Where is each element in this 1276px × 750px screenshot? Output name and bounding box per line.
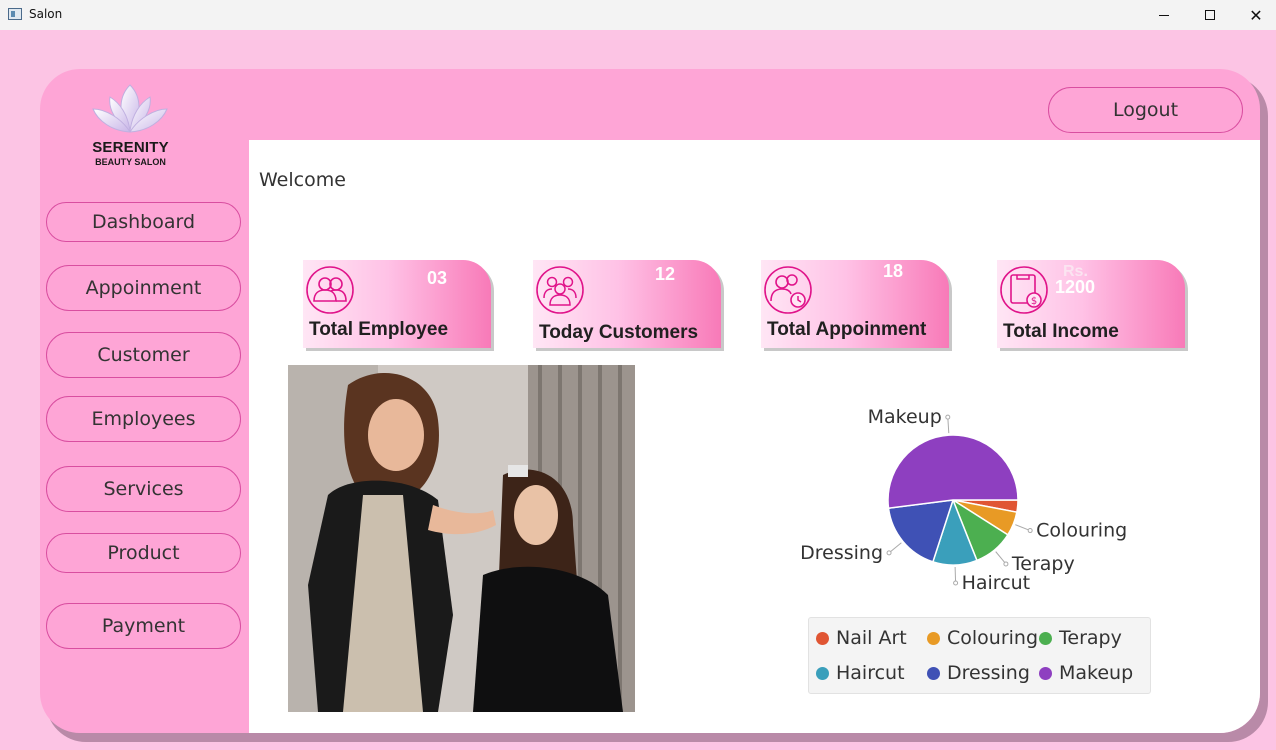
customers-icon — [536, 266, 584, 314]
pie-leader-dot — [945, 414, 951, 420]
stat-label: Total Income — [1003, 321, 1119, 342]
sidebar-item-customer[interactable]: Customer — [46, 332, 241, 378]
pie-leader-dot — [1027, 528, 1033, 534]
stat-label: Today Customers — [539, 322, 699, 343]
legend-item: Haircut — [816, 662, 905, 684]
stat-value: 18 — [883, 261, 904, 281]
maximize-icon — [1205, 10, 1215, 20]
main-card: SERENITY BEAUTY SALON Dashboard Appoinme… — [40, 69, 1260, 733]
window-titlebar: Salon ✕ — [0, 0, 1276, 30]
stat-label: Total Employee — [309, 319, 449, 340]
pie-slice-makeup — [887, 434, 1019, 509]
pie-label: Haircut — [962, 572, 1031, 594]
legend-item: Terapy — [1039, 627, 1122, 649]
maximize-button[interactable] — [1187, 0, 1233, 30]
chart-legend: Nail Art Colouring Terapy Haircut Dressi… — [808, 617, 1151, 694]
svg-text:$: $ — [1031, 296, 1037, 307]
sidebar-item-product[interactable]: Product — [46, 533, 241, 573]
salon-photo — [288, 365, 635, 712]
pie-label: Dressing — [800, 542, 883, 564]
window-title: Salon — [29, 7, 63, 21]
stat-card-employee: 03 Total Employee — [303, 260, 494, 351]
appointment-icon — [764, 266, 812, 314]
pie-label: Colouring — [1036, 520, 1127, 542]
legend-label: Colouring — [947, 627, 1039, 649]
services-pie-chart: ColouringTerapyHaircutDressingMakeup — [800, 406, 1127, 594]
income-icon: $ — [1000, 266, 1048, 314]
stat-card-income: $ Rs. 1200 Total Income — [997, 260, 1188, 351]
stat-card-customers: 12 Today Customers — [533, 260, 724, 351]
salon-logo: SERENITY BEAUTY SALON — [88, 79, 173, 169]
logo-subtitle: BEAUTY SALON — [95, 157, 166, 167]
dashboard-content: Welcome 03 Total Employee 12 Today Custo… — [249, 140, 1260, 733]
pie-label: Makeup — [868, 406, 942, 428]
pie-leader-dot — [886, 550, 892, 556]
employees-icon — [306, 266, 354, 314]
sidebar-item-employees[interactable]: Employees — [46, 396, 241, 442]
sidebar-item-dashboard[interactable]: Dashboard — [46, 202, 241, 242]
stat-label: Total Appoinment — [767, 319, 927, 340]
hairdresser-image — [288, 365, 635, 712]
legend-item: Makeup — [1039, 662, 1133, 684]
legend-label: Dressing — [947, 662, 1030, 684]
legend-label: Haircut — [836, 662, 905, 684]
legend-dot — [927, 666, 940, 680]
legend-dot — [816, 631, 829, 645]
stat-value: 03 — [427, 268, 448, 288]
legend-label: Nail Art — [836, 627, 907, 649]
legend-dot — [1039, 631, 1052, 645]
legend-label: Makeup — [1059, 662, 1134, 684]
logout-button[interactable]: Logout — [1048, 87, 1243, 133]
sidebar-item-services[interactable]: Services — [46, 466, 241, 512]
minimize-button[interactable] — [1141, 0, 1187, 30]
legend-label: Terapy — [1059, 627, 1122, 649]
legend-item: Nail Art — [816, 627, 907, 649]
welcome-text: Welcome — [259, 169, 346, 191]
stat-value: 12 — [655, 264, 676, 284]
close-button[interactable]: ✕ — [1233, 0, 1276, 30]
stat-value: 1200 — [1055, 277, 1096, 297]
sidebar-item-payment[interactable]: Payment — [46, 603, 241, 649]
close-icon: ✕ — [1249, 5, 1263, 25]
legend-dot — [1039, 666, 1052, 680]
legend-item: Dressing — [927, 662, 1030, 684]
pie-leader-dot — [1003, 561, 1009, 567]
legend-dot — [927, 631, 940, 645]
app-icon — [8, 8, 22, 20]
legend-dot — [816, 666, 829, 680]
logo-name: SERENITY — [92, 139, 169, 156]
stat-card-appointment: 18 Total Appoinment — [761, 260, 952, 351]
minimize-icon — [1159, 14, 1169, 16]
sidebar-item-appoinment[interactable]: Appoinment — [46, 265, 241, 311]
legend-item: Colouring — [927, 627, 1038, 649]
lotus-icon — [92, 84, 168, 133]
pie-leader-dot — [953, 580, 959, 586]
